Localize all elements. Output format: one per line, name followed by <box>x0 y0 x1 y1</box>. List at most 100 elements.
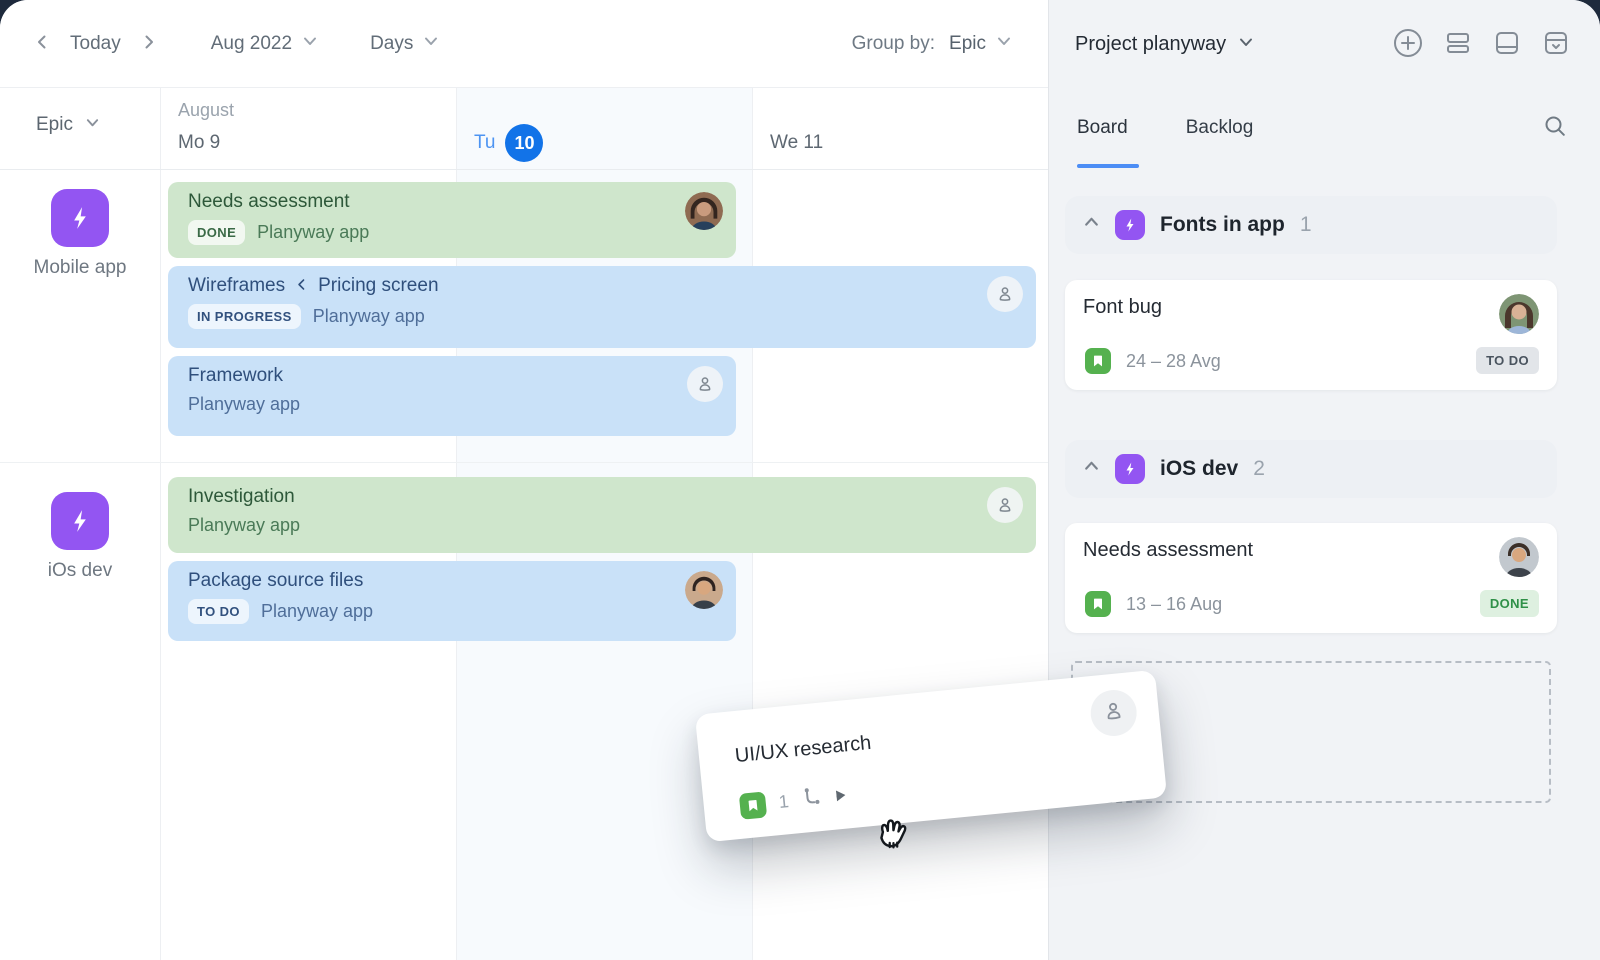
avatar <box>1499 537 1539 577</box>
tab-board[interactable]: Board <box>1077 117 1128 139</box>
status-badge: TO DO <box>1476 347 1539 374</box>
task-title: Wireframes <box>188 275 285 297</box>
rows-view-button[interactable] <box>1444 29 1472 60</box>
epic-name: iOs dev <box>0 560 160 582</box>
panel-bottom-icon <box>1493 29 1521 60</box>
today-button[interactable]: Today <box>70 33 121 55</box>
add-task-button[interactable] <box>1393 28 1423 61</box>
month-dropdown[interactable]: Aug 2022 <box>211 33 318 55</box>
prev-period-button[interactable] <box>28 28 56 59</box>
next-period-button[interactable] <box>135 28 163 59</box>
card-title: Font bug <box>1083 296 1539 319</box>
task-title: Framework <box>188 365 720 387</box>
panel-dropdown-icon <box>1542 29 1570 60</box>
panel-header: Project planyway <box>1049 0 1600 88</box>
grabbing-hand-cursor <box>866 810 918 867</box>
card-title: Needs assessment <box>1083 539 1539 562</box>
divider <box>160 88 161 960</box>
group-by-control: Group by: Epic <box>852 33 1012 55</box>
calendar-header: Epic August Mo 9 Tu 10 We 11 <box>0 88 1048 170</box>
chevron-down-icon <box>85 114 100 136</box>
search-icon <box>1542 113 1568 144</box>
chevron-up-icon <box>1083 458 1100 480</box>
person-icon <box>687 366 723 402</box>
person-icon <box>987 276 1023 312</box>
linked-task-title: Pricing screen <box>318 275 438 297</box>
planyway-app-window: Today Aug 2022 Days Group by: Epic <box>0 0 1600 960</box>
group-by-label: Group by: <box>852 33 935 55</box>
status-badge: IN PROGRESS <box>188 304 301 329</box>
day-header-tu10[interactable]: Tu 10 <box>474 124 543 162</box>
avatar <box>1499 294 1539 334</box>
task-card-wireframes[interactable]: Wireframes Pricing screen IN PROGRESS Pl… <box>168 266 1036 348</box>
lightning-icon <box>51 189 109 247</box>
epic-row-ios-dev[interactable]: iOs dev <box>0 492 160 582</box>
group-count: 2 <box>1253 457 1265 481</box>
link-chevron-icon <box>295 275 308 297</box>
chevron-down-icon <box>996 33 1012 54</box>
board-card-font-bug[interactable]: Font bug 24 – 28 Avg TO DO <box>1065 280 1557 390</box>
task-card-needs-assessment[interactable]: Needs assessment DONE Planyway app <box>168 182 736 258</box>
bookmark-icon <box>739 791 767 819</box>
assign-member-button[interactable] <box>687 366 723 402</box>
date-range: 24 – 28 Avg <box>1126 351 1221 372</box>
assign-member-button[interactable] <box>987 276 1023 312</box>
lightning-icon <box>1115 454 1145 484</box>
search-button[interactable] <box>1542 113 1568 144</box>
month-label: August <box>178 100 234 121</box>
day-header-we11[interactable]: We 11 <box>770 132 823 154</box>
project-label: Planyway app <box>313 306 425 327</box>
status-badge: DONE <box>188 220 245 245</box>
avatar <box>685 571 723 609</box>
project-selector[interactable]: Project planyway <box>1075 33 1254 56</box>
subtasks-icon <box>800 785 825 814</box>
board-card-needs-assessment[interactable]: Needs assessment 13 – 16 Aug DONE <box>1065 523 1557 633</box>
task-card-framework[interactable]: Framework Planyway app <box>168 356 736 436</box>
task-card-package-source-files[interactable]: Package source files TO DO Planyway app <box>168 561 736 641</box>
expand-triangle-icon <box>836 787 847 806</box>
bookmark-icon <box>1085 348 1111 374</box>
assign-member-button[interactable] <box>1089 688 1139 738</box>
avatar <box>685 192 723 230</box>
bottom-panel-button[interactable] <box>1493 29 1521 60</box>
tab-backlog[interactable]: Backlog <box>1186 117 1254 139</box>
epic-name: Mobile app <box>0 257 160 279</box>
assign-member-button[interactable] <box>987 487 1023 523</box>
lightning-icon <box>1115 210 1145 240</box>
chevron-right-icon <box>141 34 157 53</box>
project-label: Planyway app <box>257 222 369 243</box>
active-tab-indicator <box>1077 164 1139 168</box>
chevron-down-icon <box>1238 34 1254 55</box>
panel-tabs: Board Backlog <box>1049 88 1600 168</box>
scale-dropdown[interactable]: Days <box>370 33 439 55</box>
status-badge: TO DO <box>188 599 249 624</box>
project-label: Planyway app <box>188 515 300 536</box>
epic-axis-label: Epic <box>36 114 73 136</box>
card-title: UI/UX research <box>734 732 872 768</box>
collapse-panel-button[interactable] <box>1542 29 1570 60</box>
day-header-mo9[interactable]: Mo 9 <box>178 132 220 154</box>
task-title: Package source files <box>188 570 720 592</box>
today-day-name: Tu <box>474 132 495 154</box>
board-panel: Project planyway <box>1048 0 1600 960</box>
epic-row-mobile-app[interactable]: Mobile app <box>0 189 160 279</box>
date-range: 13 – 16 Aug <box>1126 594 1222 615</box>
project-label: Planyway app <box>261 601 373 622</box>
today-date-badge: 10 <box>505 124 543 162</box>
board-group-fonts-in-app[interactable]: Fonts in app 1 <box>1065 196 1557 254</box>
project-label: Planyway app <box>188 394 300 415</box>
group-count: 1 <box>1300 213 1312 237</box>
scale-dropdown-value: Days <box>370 33 413 55</box>
board-group-ios-dev[interactable]: iOS dev 2 <box>1065 440 1557 498</box>
group-by-value: Epic <box>949 33 986 55</box>
chevron-up-icon <box>1083 214 1100 236</box>
chevron-down-icon <box>423 33 439 54</box>
group-by-dropdown[interactable]: Epic <box>949 33 1012 55</box>
epic-axis-dropdown[interactable]: Epic <box>36 114 100 136</box>
person-icon <box>987 487 1023 523</box>
person-icon <box>1100 697 1127 728</box>
chevron-left-icon <box>34 34 50 53</box>
status-badge: DONE <box>1480 590 1539 617</box>
lightning-icon <box>51 492 109 550</box>
task-card-investigation[interactable]: Investigation Planyway app <box>168 477 1036 553</box>
